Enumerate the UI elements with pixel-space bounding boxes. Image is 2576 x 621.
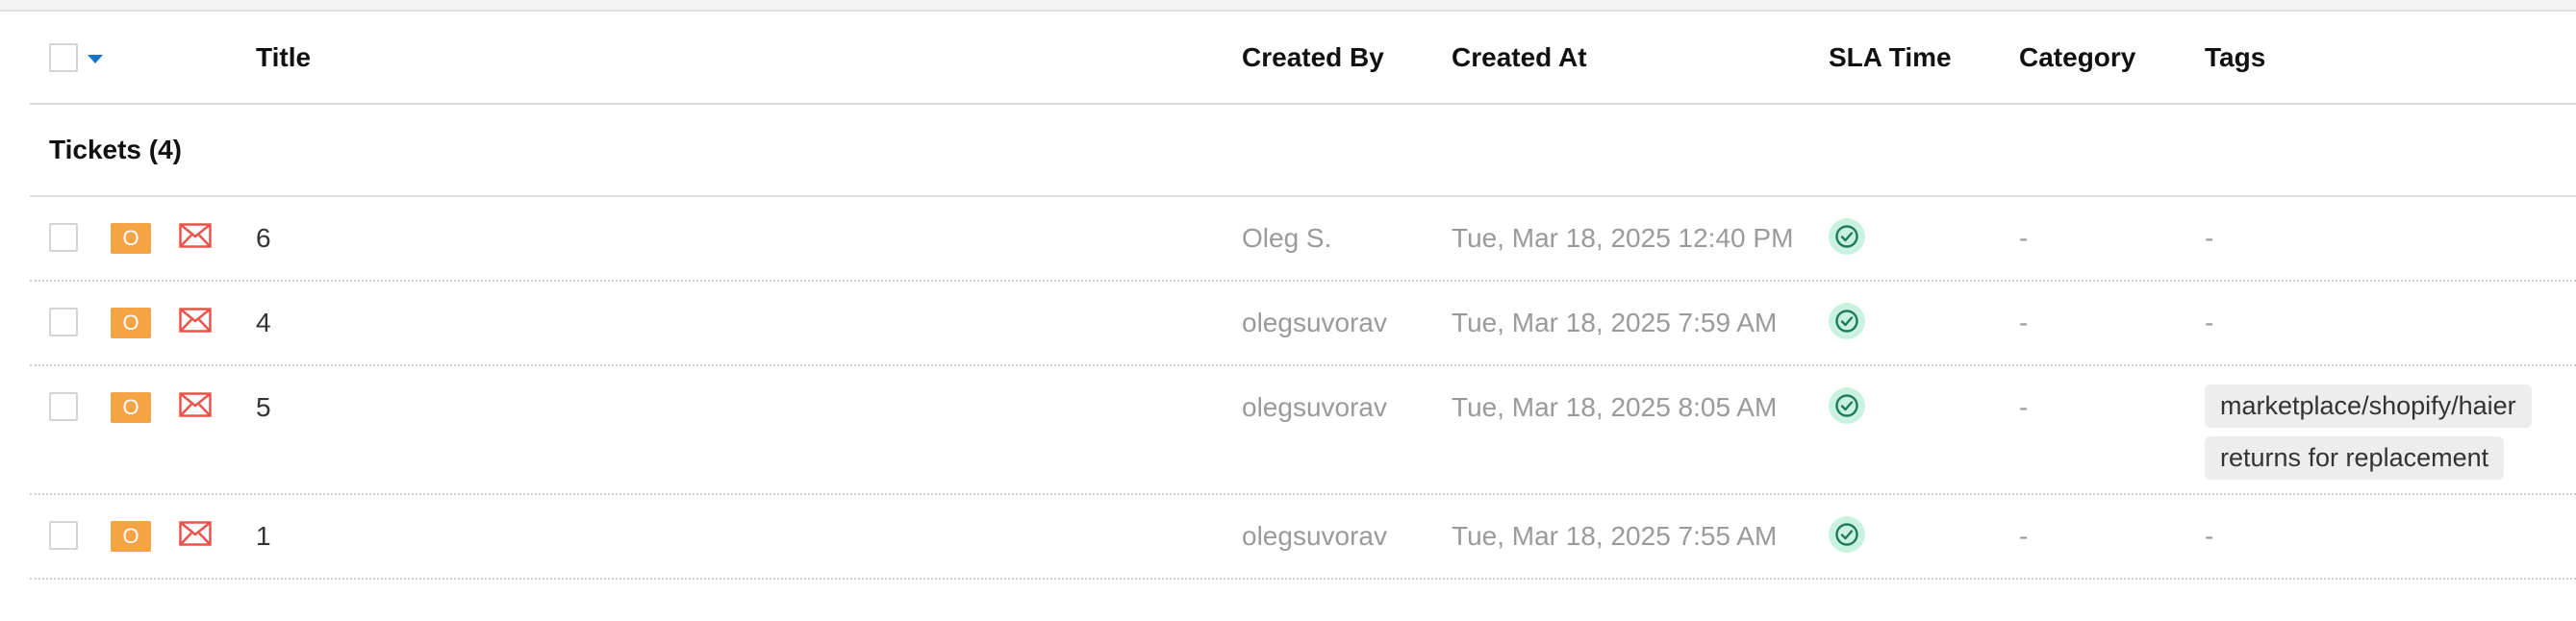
- ticket-title-link[interactable]: 6: [256, 223, 271, 254]
- column-header-created-by[interactable]: Created By: [1242, 12, 1384, 103]
- tags-list: marketplace/shopify/haier returns for rep…: [2205, 385, 2532, 480]
- row-checkbox[interactable]: [49, 521, 78, 550]
- created-by-value: olegsuvorav: [1242, 308, 1387, 337]
- category-value: -: [2019, 521, 2029, 551]
- mail-icon: [179, 223, 212, 248]
- group-label: Tickets (4): [49, 135, 182, 164]
- table-row[interactable]: O 1 olegsuvorav Tue, Mar 18, 2025 7:55 A…: [30, 495, 2576, 580]
- created-by-value: olegsuvorav: [1242, 392, 1387, 422]
- table-row[interactable]: O 6 Oleg S. Tue, Mar 18, 2025 12:40 PM -…: [30, 197, 2576, 282]
- select-all-control: [49, 12, 103, 103]
- category-value: -: [2019, 223, 2029, 253]
- ticket-title-link[interactable]: 5: [256, 392, 271, 423]
- tag-chip[interactable]: returns for replacement: [2205, 436, 2505, 480]
- ticket-title-link[interactable]: 1: [256, 521, 271, 552]
- created-at-value: Tue, Mar 18, 2025 7:55 AM: [1452, 521, 1778, 551]
- tags-empty: -: [2205, 223, 2214, 253]
- check-circle-icon: [1829, 387, 1865, 424]
- table-header: Title Created By Created At SLA Time Cat…: [30, 12, 2576, 105]
- tags-empty: -: [2205, 308, 2214, 337]
- check-circle-icon: [1829, 218, 1865, 255]
- created-at-value: Tue, Mar 18, 2025 7:59 AM: [1452, 308, 1778, 337]
- tickets-table: Title Created By Created At SLA Time Cat…: [30, 12, 2576, 580]
- select-options-chevron-down-icon[interactable]: [88, 55, 103, 63]
- row-checkbox[interactable]: [49, 223, 78, 252]
- status-badge: O: [111, 308, 151, 338]
- check-circle-icon: [1829, 303, 1865, 339]
- category-value: -: [2019, 308, 2029, 337]
- mail-icon: [179, 308, 212, 333]
- status-badge: O: [111, 521, 151, 552]
- select-all-checkbox[interactable]: [49, 42, 78, 72]
- created-by-value: Oleg S.: [1242, 223, 1332, 253]
- tags-empty: -: [2205, 521, 2214, 551]
- table-row[interactable]: O 4 olegsuvorav Tue, Mar 18, 2025 7:59 A…: [30, 282, 2576, 366]
- column-header-category[interactable]: Category: [2019, 12, 2135, 103]
- check-circle-icon: [1829, 516, 1865, 553]
- top-toolbar-edge: [0, 0, 2576, 12]
- status-badge: O: [111, 392, 151, 423]
- created-at-value: Tue, Mar 18, 2025 12:40 PM: [1452, 223, 1794, 253]
- status-badge: O: [111, 223, 151, 254]
- group-header[interactable]: Tickets (4): [30, 105, 2576, 197]
- table-row[interactable]: O 5 olegsuvorav Tue, Mar 18, 2025 8:05 A…: [30, 366, 2576, 495]
- row-checkbox[interactable]: [49, 392, 78, 421]
- mail-icon: [179, 392, 212, 417]
- row-checkbox[interactable]: [49, 308, 78, 336]
- column-header-sla-time[interactable]: SLA Time: [1829, 12, 1952, 103]
- mail-icon: [179, 521, 212, 546]
- ticket-title-link[interactable]: 4: [256, 308, 271, 338]
- tag-chip[interactable]: marketplace/shopify/haier: [2205, 385, 2532, 428]
- column-header-created-at[interactable]: Created At: [1452, 12, 1587, 103]
- column-header-tags[interactable]: Tags: [2205, 12, 2265, 103]
- created-at-value: Tue, Mar 18, 2025 8:05 AM: [1452, 392, 1778, 422]
- column-header-title[interactable]: Title: [256, 12, 311, 103]
- created-by-value: olegsuvorav: [1242, 521, 1387, 551]
- category-value: -: [2019, 392, 2029, 422]
